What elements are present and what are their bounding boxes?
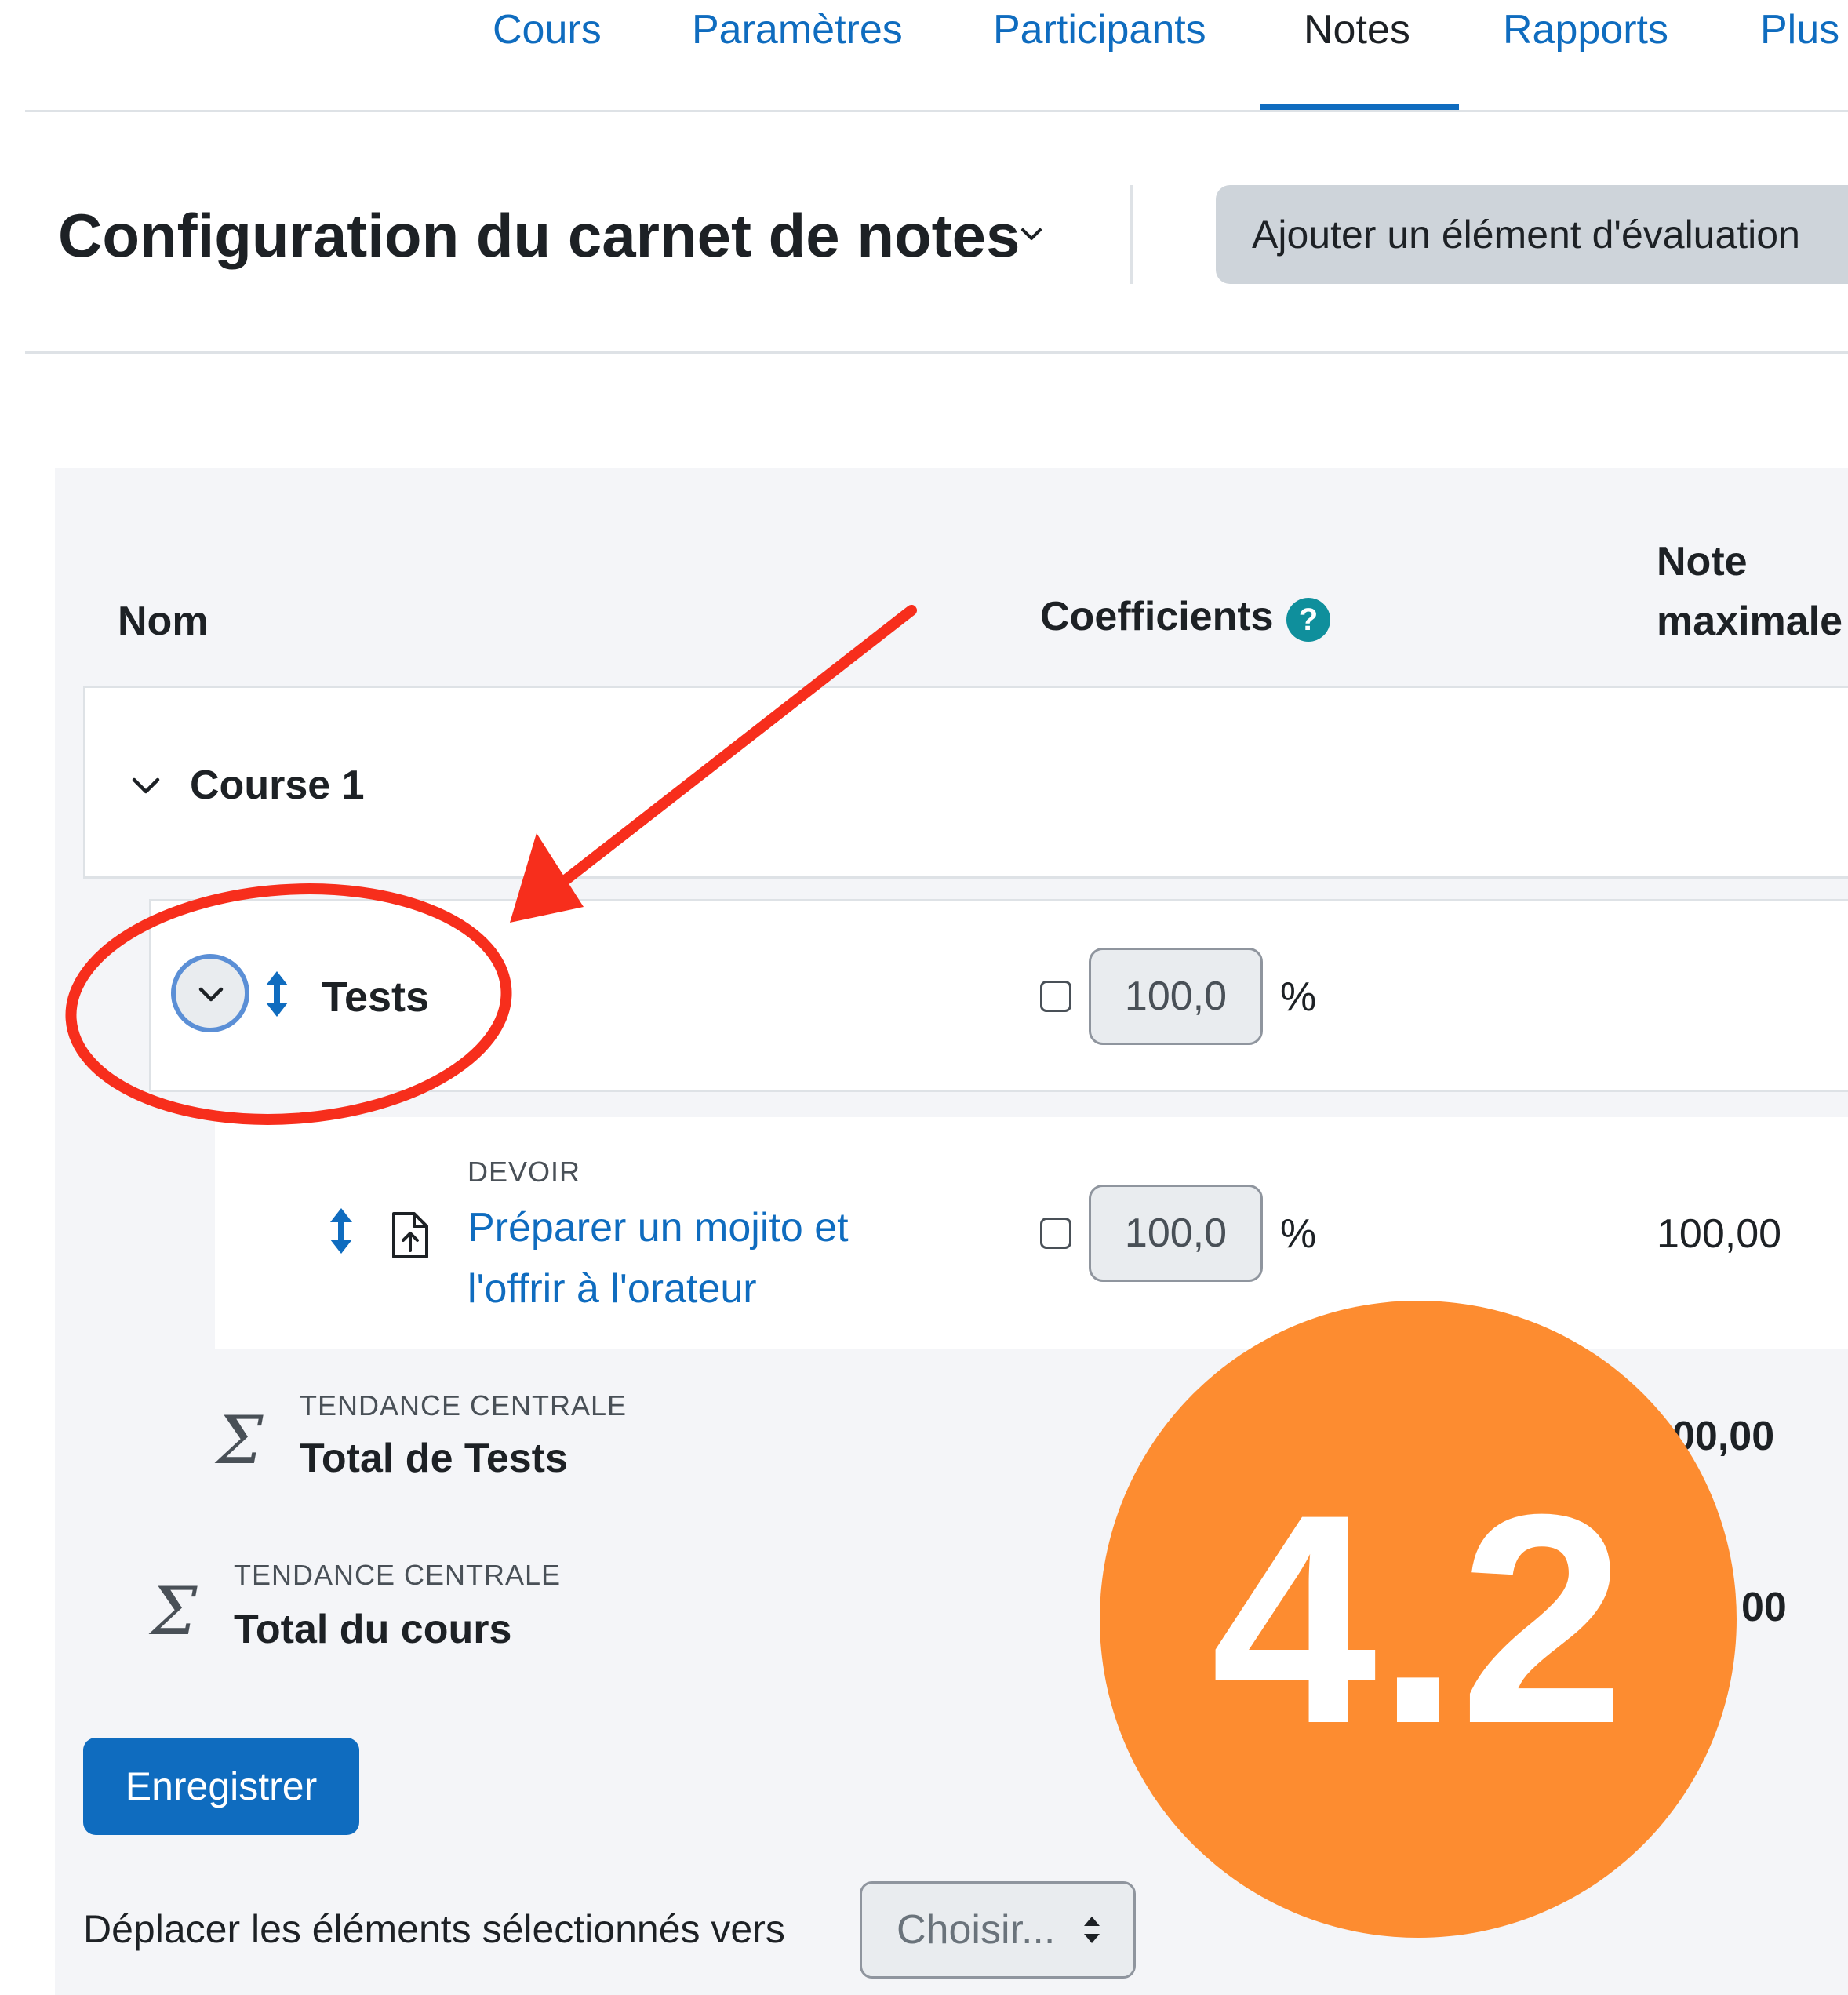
nav-notes[interactable]: Notes xyxy=(1304,0,1410,63)
collapse-category-button[interactable] xyxy=(171,954,249,1032)
course-label: Course 1 xyxy=(190,763,365,808)
move-destination-select[interactable]: Choisir... xyxy=(860,1881,1136,1979)
version-badge: 4.2 xyxy=(1100,1301,1737,1938)
tests-weight-input[interactable]: 100,0 xyxy=(1089,948,1263,1045)
course-total-label: Total du cours xyxy=(234,1607,512,1652)
category-total-type: TENDANCE CENTRALE xyxy=(300,1389,628,1422)
nav-divider xyxy=(25,110,1848,112)
version-badge-label: 4.2 xyxy=(1210,1452,1626,1786)
save-button[interactable]: Enregistrer xyxy=(83,1738,359,1835)
tests-category-label: Tests xyxy=(322,974,430,1021)
assignment-upload-icon xyxy=(392,1212,428,1258)
help-icon[interactable]: ? xyxy=(1286,598,1330,642)
item-max-grade: 100,00 xyxy=(1657,1211,1782,1257)
column-header-weights: Coefficients xyxy=(1040,594,1274,639)
column-header-max-grade-line1: Note xyxy=(1657,539,1748,584)
page-title[interactable]: Configuration du carnet de notes xyxy=(58,196,1020,275)
tests-weight-override-checkbox[interactable] xyxy=(1040,981,1071,1012)
gradebook-setup-page: Cours Paramètres Participants Notes Rapp… xyxy=(0,0,1848,1995)
header-separator xyxy=(1130,185,1133,284)
nav-participants[interactable]: Participants xyxy=(993,0,1206,63)
course-total-max-grade: 00 xyxy=(1741,1585,1787,1630)
item-name-link-line1[interactable]: Préparer un mojito et xyxy=(467,1200,849,1255)
item-weight-input[interactable]: 100,0 xyxy=(1089,1185,1263,1282)
nav-plus[interactable]: Plus xyxy=(1760,0,1839,63)
nav-rapports[interactable]: Rapports xyxy=(1503,0,1668,63)
course-total-type: TENDANCE CENTRALE xyxy=(234,1559,562,1591)
move-selected-label: Déplacer les éléments sélectionnés vers xyxy=(83,1907,785,1951)
item-weight-unit: % xyxy=(1280,1211,1317,1257)
column-header-max-grade-line2: maximale xyxy=(1657,599,1843,644)
nav-parametres[interactable]: Paramètres xyxy=(692,0,903,63)
chevron-down-icon xyxy=(198,987,224,1002)
sigma-icon: Σ xyxy=(151,1573,198,1650)
add-grade-item-button[interactable]: Ajouter un élément d'évaluation xyxy=(1216,185,1848,284)
move-arrows-icon[interactable] xyxy=(264,970,290,1018)
category-total-label: Total de Tests xyxy=(300,1436,568,1481)
header-divider xyxy=(25,351,1848,354)
item-weight-override-checkbox[interactable] xyxy=(1040,1218,1071,1249)
sigma-icon: Σ xyxy=(216,1402,264,1479)
nav-cours[interactable]: Cours xyxy=(493,0,602,63)
tests-weight-unit: % xyxy=(1280,974,1317,1020)
column-header-name: Nom xyxy=(118,599,209,644)
chevron-down-icon[interactable] xyxy=(1018,221,1045,248)
move-destination-value: Choisir... xyxy=(897,1907,1056,1953)
move-arrows-icon[interactable] xyxy=(328,1207,355,1255)
item-name-link-line2[interactable]: l'offrir à l'orateur xyxy=(467,1261,757,1316)
chevron-down-icon[interactable] xyxy=(130,775,162,797)
item-type-label: DEVOIR xyxy=(467,1156,581,1188)
